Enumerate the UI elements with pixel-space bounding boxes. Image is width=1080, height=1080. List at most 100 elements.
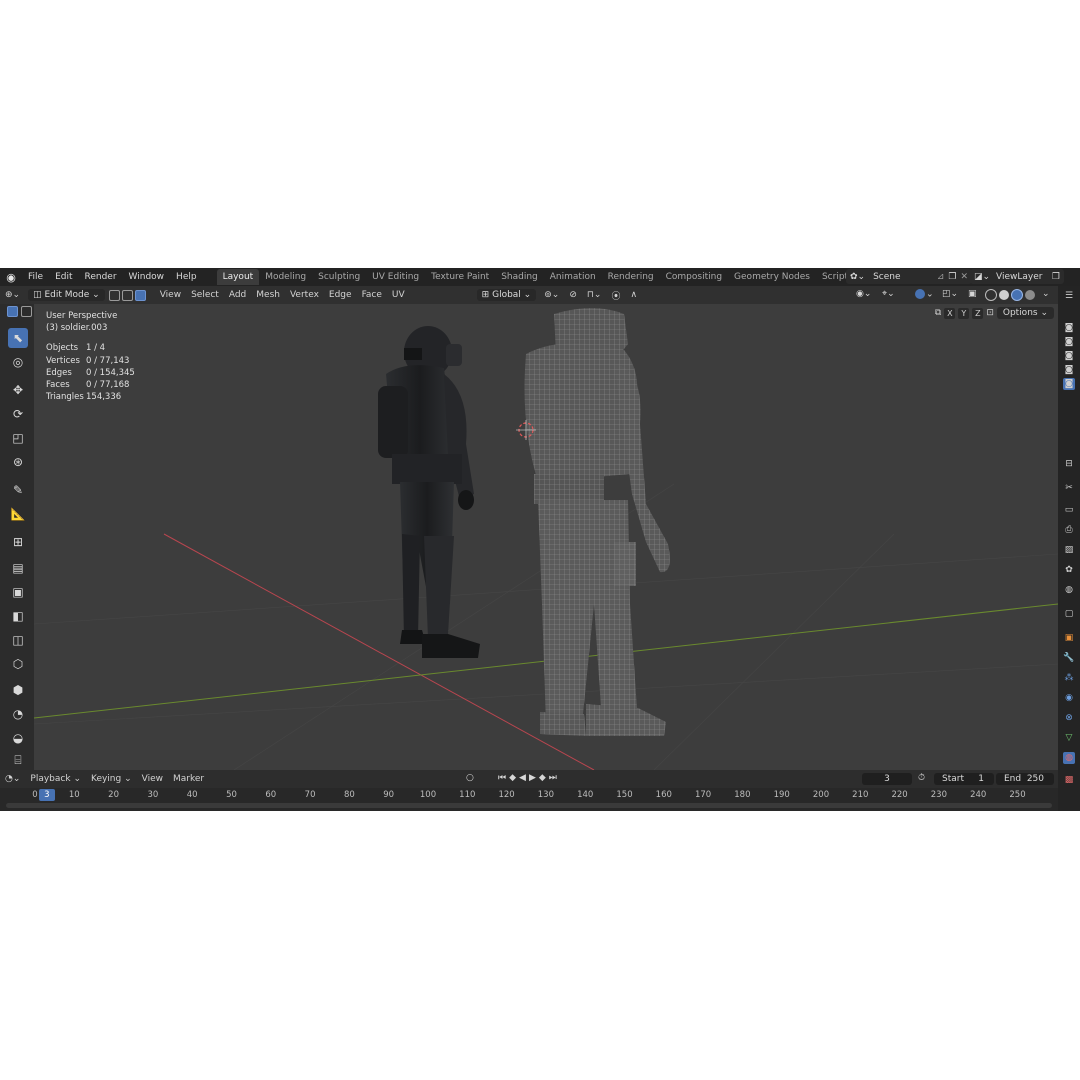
transform-tool-icon[interactable]: ⊛ [8,452,28,472]
vertex-select-icon[interactable] [108,289,120,301]
tab-texture-paint[interactable]: Texture Paint [425,269,495,285]
view-layer-properties-icon[interactable]: ▨ [1063,544,1075,556]
tab-animation[interactable]: Animation [544,269,602,285]
move-tool-icon[interactable]: ✥ [8,380,28,400]
blender-logo-icon[interactable]: ◉ [0,271,22,284]
menu-edge[interactable]: Edge [324,290,357,300]
play-icon[interactable]: ▶ [529,773,539,783]
cursor-tool-icon[interactable]: ◎ [8,352,28,372]
solid-shading-icon[interactable] [999,290,1009,300]
stopwatch-icon[interactable]: ⏱ [918,773,925,783]
visibility-icon[interactable]: ◉⌄ [856,289,871,299]
render-properties-icon[interactable]: ▭ [1063,504,1075,516]
mesh-options-icon[interactable]: ⊡ [986,308,994,318]
pivot-point-icon[interactable]: ⊚⌄ [539,290,564,300]
camera-icon[interactable]: ◙ [1063,350,1075,362]
texture-properties-icon[interactable]: ▩ [1063,774,1075,786]
shear-tool-icon[interactable]: ⌸ [8,750,28,770]
menu-uv[interactable]: UV [387,290,410,300]
falloff-icon[interactable]: ∧ [625,290,642,300]
menu-add[interactable]: Add [224,290,251,300]
end-frame-field[interactable]: End 250 [996,773,1054,785]
constraints-properties-icon[interactable]: ⊗ [1063,712,1075,724]
add-cube-tool-icon[interactable]: ⊞ [8,532,28,552]
scene-properties-icon[interactable]: ✿ [1063,564,1075,576]
menu-help[interactable]: Help [170,272,203,282]
menu-playback[interactable]: Playback ⌄ [25,774,86,784]
options-dropdown[interactable]: Options ⌄ [996,307,1054,319]
overlays-icon[interactable]: ⌄ [914,289,934,300]
menu-marker[interactable]: Marker [168,774,209,784]
world-properties-icon[interactable]: ◍ [1063,584,1075,596]
extrude-tool-icon[interactable]: ▤ [8,558,28,578]
next-keyframe-icon[interactable]: ◆ [539,773,549,783]
bevel-tool-icon[interactable]: ◧ [8,606,28,626]
rendered-shading-icon[interactable] [1025,290,1035,300]
timeline-editor-type-icon[interactable]: ◔⌄ [0,774,25,784]
material-properties-icon[interactable]: ◍ [1063,752,1075,764]
mode-dropdown[interactable]: ◫ Edit Mode ⌄ [28,289,105,301]
menu-keying[interactable]: Keying ⌄ [86,774,137,784]
object-properties-icon[interactable]: ▣ [1063,632,1075,644]
material-shading-icon[interactable] [1011,289,1023,301]
menu-select[interactable]: Select [186,290,224,300]
new-scene-icon[interactable]: ❐ [948,272,956,282]
smooth-tool-icon[interactable]: ◒ [8,728,28,748]
particles-properties-icon[interactable]: ⁂ [1063,672,1075,684]
jump-end-icon[interactable]: ⏭ [549,773,560,783]
transform-orientation-dropdown[interactable]: ⊞ Global ⌄ [476,289,537,301]
menu-timeline-view[interactable]: View [137,774,168,784]
gizmo-icon[interactable]: ⌖⌄ [882,289,895,299]
auto-keying-icon[interactable]: ○ [466,773,474,783]
3d-viewport[interactable]: User Perspective (3) soldier.003 Objects… [34,304,1058,770]
annotate-tool-icon[interactable]: ✎ [8,480,28,500]
select-extend-icon[interactable] [21,306,32,317]
snap-icon[interactable]: ⊘ [564,290,582,300]
jump-start-icon[interactable]: ⏮ [498,773,509,783]
current-frame-field[interactable]: 3 [862,773,912,785]
editor-type-icon[interactable]: ⊕⌄ [0,290,25,300]
view-layer-selector[interactable]: ◪⌄ ViewLayer ❐ [970,269,1064,284]
camera-icon[interactable]: ◙ [1063,336,1075,348]
new-view-layer-icon[interactable]: ❐ [1052,272,1060,282]
knife-tool-icon[interactable]: ⬡ [8,654,28,674]
close-icon[interactable]: ✕ [960,272,968,282]
camera-icon[interactable]: ◙ [1063,378,1075,390]
measure-tool-icon[interactable]: 📐 [8,504,28,524]
properties-editor-icon[interactable]: ⊟ [1063,458,1075,470]
inset-tool-icon[interactable]: ▣ [8,582,28,602]
shading-options-icon[interactable]: ⌄ [1042,289,1050,299]
select-new-icon[interactable] [7,306,18,317]
mirror-z-toggle[interactable]: Z [972,307,984,319]
camera-icon[interactable]: ◙ [1063,364,1075,376]
tab-rendering[interactable]: Rendering [602,269,660,285]
spin-tool-icon[interactable]: ◔ [8,704,28,724]
output-properties-icon[interactable]: ⎙ [1063,524,1075,536]
menu-vertex[interactable]: Vertex [285,290,324,300]
pin-icon[interactable]: ⊿ [937,272,945,282]
tab-modeling[interactable]: Modeling [259,269,312,285]
frame-ruler[interactable]: 0 10 20 30 40 50 60 70 80 90 100 110 120 130 140 150 160… [0,788,1058,802]
camera-icon[interactable]: ◙ [1063,322,1075,334]
loop-cut-tool-icon[interactable]: ◫ [8,630,28,650]
prev-keyframe-icon[interactable]: ◆ [509,773,519,783]
play-reverse-icon[interactable]: ◀ [519,773,529,783]
outliner-editor-icon[interactable]: ☰ [1063,290,1075,302]
mirror-x-toggle[interactable]: X [944,307,956,319]
tab-uv-editing[interactable]: UV Editing [366,269,425,285]
tab-compositing[interactable]: Compositing [660,269,728,285]
soldier-model[interactable] [378,326,480,658]
rotate-tool-icon[interactable]: ⟳ [8,404,28,424]
menu-mesh[interactable]: Mesh [251,290,285,300]
menu-face[interactable]: Face [357,290,387,300]
wireframe-soldier-model[interactable] [524,308,670,736]
timeline-scrollbar[interactable] [6,803,1052,808]
mesh-edit-overlays-icon[interactable]: ◰⌄ [942,289,958,299]
tab-layout[interactable]: Layout [216,269,260,285]
mirror-y-toggle[interactable]: Y [958,307,970,319]
start-frame-field[interactable]: Start 1 [934,773,994,785]
tab-sculpting[interactable]: Sculpting [312,269,366,285]
select-box-tool-icon[interactable]: ⬉ [8,328,28,348]
poly-build-tool-icon[interactable]: ⬢ [8,680,28,700]
menu-window[interactable]: Window [123,272,171,282]
